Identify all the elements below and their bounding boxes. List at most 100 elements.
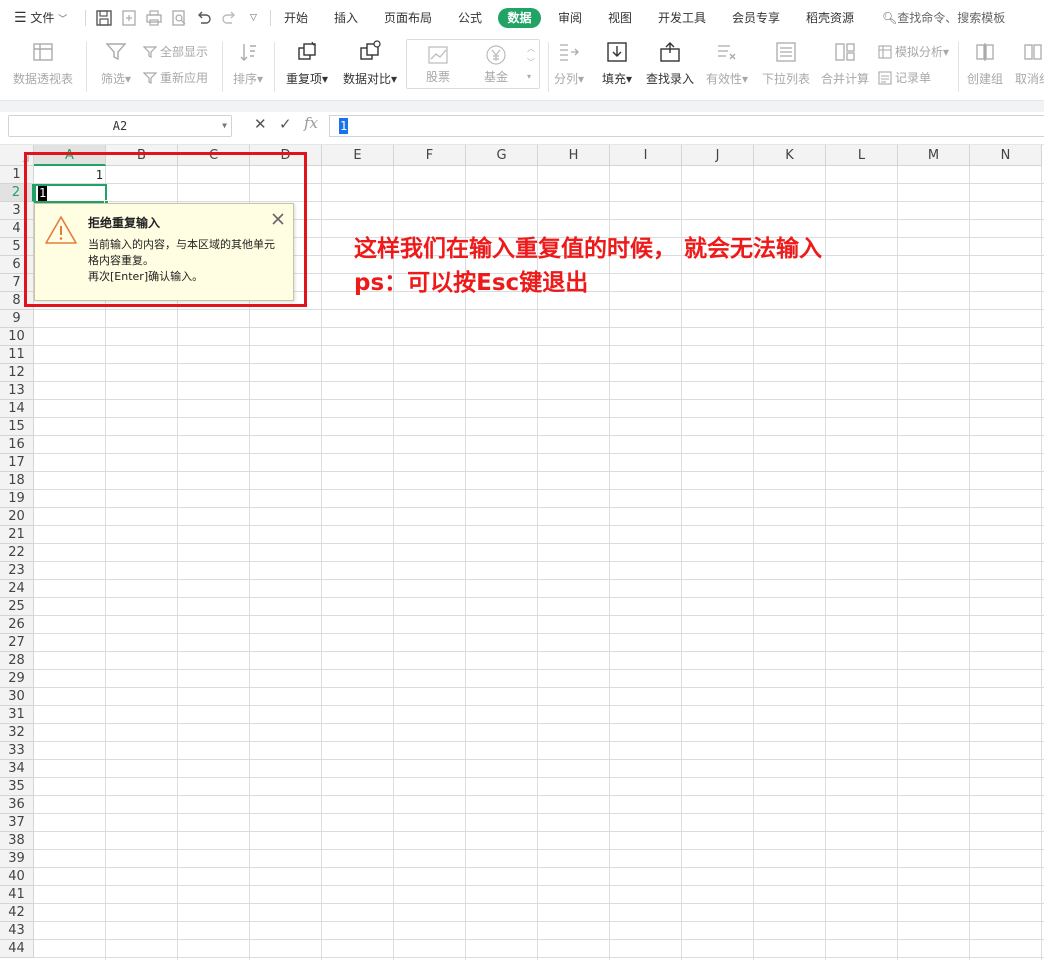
column-header-c[interactable]: C bbox=[178, 145, 250, 166]
column-header-f[interactable]: F bbox=[394, 145, 466, 166]
select-all-corner[interactable] bbox=[0, 145, 34, 166]
row-header-2[interactable]: 2 bbox=[0, 184, 34, 202]
data-compare-button[interactable]: 数据对比▾ bbox=[340, 40, 400, 87]
column-header-i[interactable]: I bbox=[610, 145, 682, 166]
row-header-24[interactable]: 24 bbox=[0, 580, 34, 598]
stock-button[interactable]: 股票 bbox=[421, 44, 455, 85]
sort-button[interactable]: 排序▾ bbox=[228, 40, 268, 87]
insert-function-icon[interactable]: fx bbox=[304, 114, 318, 132]
filter-button[interactable]: 筛选▾ bbox=[96, 40, 136, 87]
create-group-button[interactable]: 创建组 bbox=[964, 40, 1006, 87]
row-header-1[interactable]: 1 bbox=[0, 166, 34, 184]
row-header-32[interactable]: 32 bbox=[0, 724, 34, 742]
row-header-20[interactable]: 20 bbox=[0, 508, 34, 526]
row-header-34[interactable]: 34 bbox=[0, 760, 34, 778]
tab-home[interactable]: 开始 bbox=[284, 0, 308, 36]
quick-access-dropdown-icon[interactable]: ▽ bbox=[250, 0, 257, 36]
active-cell-a2[interactable]: 1 bbox=[34, 184, 109, 205]
what-if-analysis-button[interactable]: 模拟分析▾ bbox=[878, 42, 949, 62]
tab-review[interactable]: 审阅 bbox=[558, 0, 582, 36]
column-header-g[interactable]: G bbox=[466, 145, 538, 166]
tab-member[interactable]: 会员专享 bbox=[732, 0, 780, 36]
dropdown-list-button[interactable]: 下拉列表 bbox=[760, 40, 812, 87]
row-header-18[interactable]: 18 bbox=[0, 472, 34, 490]
row-header-3[interactable]: 3 bbox=[0, 202, 34, 220]
row-header-21[interactable]: 21 bbox=[0, 526, 34, 544]
tab-formulas[interactable]: 公式 bbox=[458, 0, 482, 36]
row-header-22[interactable]: 22 bbox=[0, 544, 34, 562]
print-icon[interactable] bbox=[145, 9, 163, 27]
gallery-scroll-icon[interactable]: ︿ ﹀ ▾ bbox=[527, 42, 535, 84]
command-search[interactable]: 🔍︎查找命令、搜索模板 bbox=[882, 0, 1005, 36]
column-header-b[interactable]: B bbox=[106, 145, 178, 166]
column-header-n[interactable]: N bbox=[970, 145, 1042, 166]
row-header-39[interactable]: 39 bbox=[0, 850, 34, 868]
cancel-edit-icon[interactable]: ✕ bbox=[254, 115, 267, 133]
row-header-15[interactable]: 15 bbox=[0, 418, 34, 436]
redo-icon[interactable] bbox=[220, 9, 238, 27]
row-header-37[interactable]: 37 bbox=[0, 814, 34, 832]
row-header-16[interactable]: 16 bbox=[0, 436, 34, 454]
row-header-7[interactable]: 7 bbox=[0, 274, 34, 292]
column-header-k[interactable]: K bbox=[754, 145, 826, 166]
row-header-4[interactable]: 4 bbox=[0, 220, 34, 238]
cell-a1[interactable]: 1 bbox=[34, 166, 103, 184]
tab-data[interactable]: 数据 bbox=[498, 8, 541, 28]
column-header-j[interactable]: J bbox=[682, 145, 754, 166]
save-icon[interactable] bbox=[95, 9, 113, 27]
column-header-l[interactable]: L bbox=[826, 145, 898, 166]
row-header-36[interactable]: 36 bbox=[0, 796, 34, 814]
row-header-44[interactable]: 44 bbox=[0, 940, 34, 958]
duplicates-button[interactable]: 重复项▾ bbox=[282, 40, 332, 87]
row-header-38[interactable]: 38 bbox=[0, 832, 34, 850]
lookup-entry-button[interactable]: 查找录入 bbox=[643, 40, 697, 87]
tab-insert[interactable]: 插入 bbox=[334, 0, 358, 36]
row-header-26[interactable]: 26 bbox=[0, 616, 34, 634]
name-box[interactable]: A2 ▼ bbox=[8, 115, 232, 137]
row-header-11[interactable]: 11 bbox=[0, 346, 34, 364]
pivot-table-button[interactable]: 数据透视表 bbox=[10, 40, 76, 87]
column-header-m[interactable]: M bbox=[898, 145, 970, 166]
row-header-6[interactable]: 6 bbox=[0, 256, 34, 274]
row-header-43[interactable]: 43 bbox=[0, 922, 34, 940]
row-header-10[interactable]: 10 bbox=[0, 328, 34, 346]
row-header-23[interactable]: 23 bbox=[0, 562, 34, 580]
row-header-9[interactable]: 9 bbox=[0, 310, 34, 328]
split-column-button[interactable]: 分列▾ bbox=[552, 40, 586, 87]
file-menu[interactable]: ☰ 文件 ﹀ bbox=[14, 0, 67, 36]
fund-button[interactable]: 基金 bbox=[479, 44, 513, 85]
undo-icon[interactable] bbox=[195, 9, 213, 27]
tab-docer[interactable]: 稻壳资源 bbox=[806, 0, 854, 36]
validity-button[interactable]: 有效性▾ bbox=[702, 40, 752, 87]
cell-edit-text[interactable]: 1 bbox=[38, 186, 48, 201]
row-header-41[interactable]: 41 bbox=[0, 886, 34, 904]
print-preview-icon[interactable] bbox=[170, 9, 188, 27]
close-icon[interactable] bbox=[271, 212, 285, 226]
row-header-29[interactable]: 29 bbox=[0, 670, 34, 688]
tab-page-layout[interactable]: 页面布局 bbox=[384, 0, 432, 36]
ungroup-button[interactable]: 取消组 bbox=[1012, 40, 1044, 87]
column-header-e[interactable]: E bbox=[322, 145, 394, 166]
column-header-d[interactable]: D bbox=[250, 145, 322, 166]
consolidate-button[interactable]: 合并计算 bbox=[818, 40, 872, 87]
row-header-35[interactable]: 35 bbox=[0, 778, 34, 796]
row-header-12[interactable]: 12 bbox=[0, 364, 34, 382]
fill-button[interactable]: 填充▾ bbox=[598, 40, 636, 87]
row-header-19[interactable]: 19 bbox=[0, 490, 34, 508]
row-header-31[interactable]: 31 bbox=[0, 706, 34, 724]
row-header-25[interactable]: 25 bbox=[0, 598, 34, 616]
row-header-27[interactable]: 27 bbox=[0, 634, 34, 652]
show-all-button[interactable]: 全部显示 bbox=[142, 42, 208, 62]
chevron-down-icon[interactable]: ▼ bbox=[222, 116, 227, 136]
reapply-button[interactable]: 重新应用 bbox=[142, 68, 208, 88]
row-header-13[interactable]: 13 bbox=[0, 382, 34, 400]
row-header-33[interactable]: 33 bbox=[0, 742, 34, 760]
confirm-edit-icon[interactable]: ✓ bbox=[279, 115, 292, 133]
row-header-30[interactable]: 30 bbox=[0, 688, 34, 706]
row-header-42[interactable]: 42 bbox=[0, 904, 34, 922]
row-header-17[interactable]: 17 bbox=[0, 454, 34, 472]
formula-input[interactable]: 1 bbox=[329, 115, 1044, 137]
row-header-5[interactable]: 5 bbox=[0, 238, 34, 256]
tab-view[interactable]: 视图 bbox=[608, 0, 632, 36]
column-header-a[interactable]: A bbox=[34, 145, 106, 166]
